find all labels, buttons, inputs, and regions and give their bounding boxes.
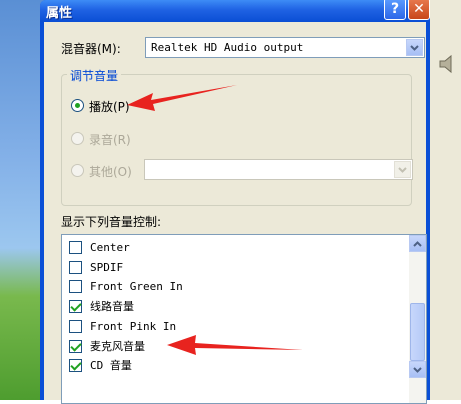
- spdif-checkbox[interactable]: [69, 260, 82, 274]
- center-checkbox[interactable]: [69, 240, 82, 254]
- cd-volume-checkbox[interactable]: [69, 358, 82, 372]
- mixer-label: 混音器(M):: [61, 42, 121, 56]
- list-item-front-pink-in[interactable]: Front Pink In: [69, 317, 176, 335]
- list-item-label: CD 音量: [90, 359, 132, 372]
- list-item-center[interactable]: Center: [69, 238, 130, 256]
- chevron-down-icon[interactable]: [406, 39, 423, 56]
- list-item-spdif[interactable]: SPDIF: [69, 258, 123, 276]
- front-green-in-checkbox[interactable]: [69, 279, 82, 293]
- list-item-label: 麦克风音量: [90, 340, 145, 353]
- list-scrollbar[interactable]: [409, 235, 426, 403]
- list-item-label: 线路音量: [90, 300, 134, 313]
- annotation-arrow-icon: [127, 85, 237, 111]
- window-title: 属性: [46, 6, 73, 21]
- scroll-thumb[interactable]: [410, 303, 425, 361]
- list-item-label: Front Green In: [90, 279, 183, 293]
- volume-controls-list[interactable]: Center SPDIF Front Green In 线路音量 Front P…: [61, 234, 427, 404]
- list-item-front-green-in[interactable]: Front Green In: [69, 277, 183, 295]
- controls-label: 显示下列音量控制:: [61, 215, 162, 229]
- playback-radio[interactable]: [71, 99, 84, 112]
- other-device-select[interactable]: [144, 159, 413, 180]
- mixer-select[interactable]: Realtek HD Audio output: [145, 37, 425, 58]
- scroll-up-button[interactable]: [409, 235, 426, 252]
- list-item-microphone-volume[interactable]: 麦克风音量: [69, 337, 145, 355]
- speaker-icon: [439, 54, 452, 74]
- list-item-line-volume[interactable]: 线路音量: [69, 297, 134, 315]
- front-pink-in-checkbox[interactable]: [69, 319, 82, 333]
- mixer-select-value: Realtek HD Audio output: [151, 41, 304, 54]
- other-radio-label[interactable]: 其他(O): [89, 163, 132, 180]
- list-item-label: Center: [90, 240, 130, 254]
- microphone-volume-checkbox[interactable]: [69, 339, 82, 353]
- list-item-cd-volume[interactable]: CD 音量: [69, 356, 132, 374]
- annotation-arrow-icon: [167, 335, 303, 355]
- chevron-down-icon: [413, 366, 422, 373]
- help-button[interactable]: ?: [384, 0, 406, 20]
- chevron-up-icon: [413, 240, 422, 247]
- adjust-volume-title: 调节音量: [67, 67, 122, 84]
- other-radio[interactable]: [71, 164, 84, 177]
- playback-radio-label[interactable]: 播放(P): [89, 98, 130, 115]
- close-button[interactable]: ✕: [408, 0, 430, 20]
- chevron-down-icon[interactable]: [394, 161, 411, 178]
- line-volume-checkbox[interactable]: [69, 299, 82, 313]
- recording-radio[interactable]: [71, 132, 84, 145]
- recording-radio-label[interactable]: 录音(R): [89, 131, 131, 148]
- scroll-down-button[interactable]: [409, 361, 426, 378]
- title-bar[interactable]: 属性 ? ✕: [40, 0, 430, 22]
- list-item-label: Front Pink In: [90, 319, 177, 333]
- list-item-label: SPDIF: [90, 260, 124, 274]
